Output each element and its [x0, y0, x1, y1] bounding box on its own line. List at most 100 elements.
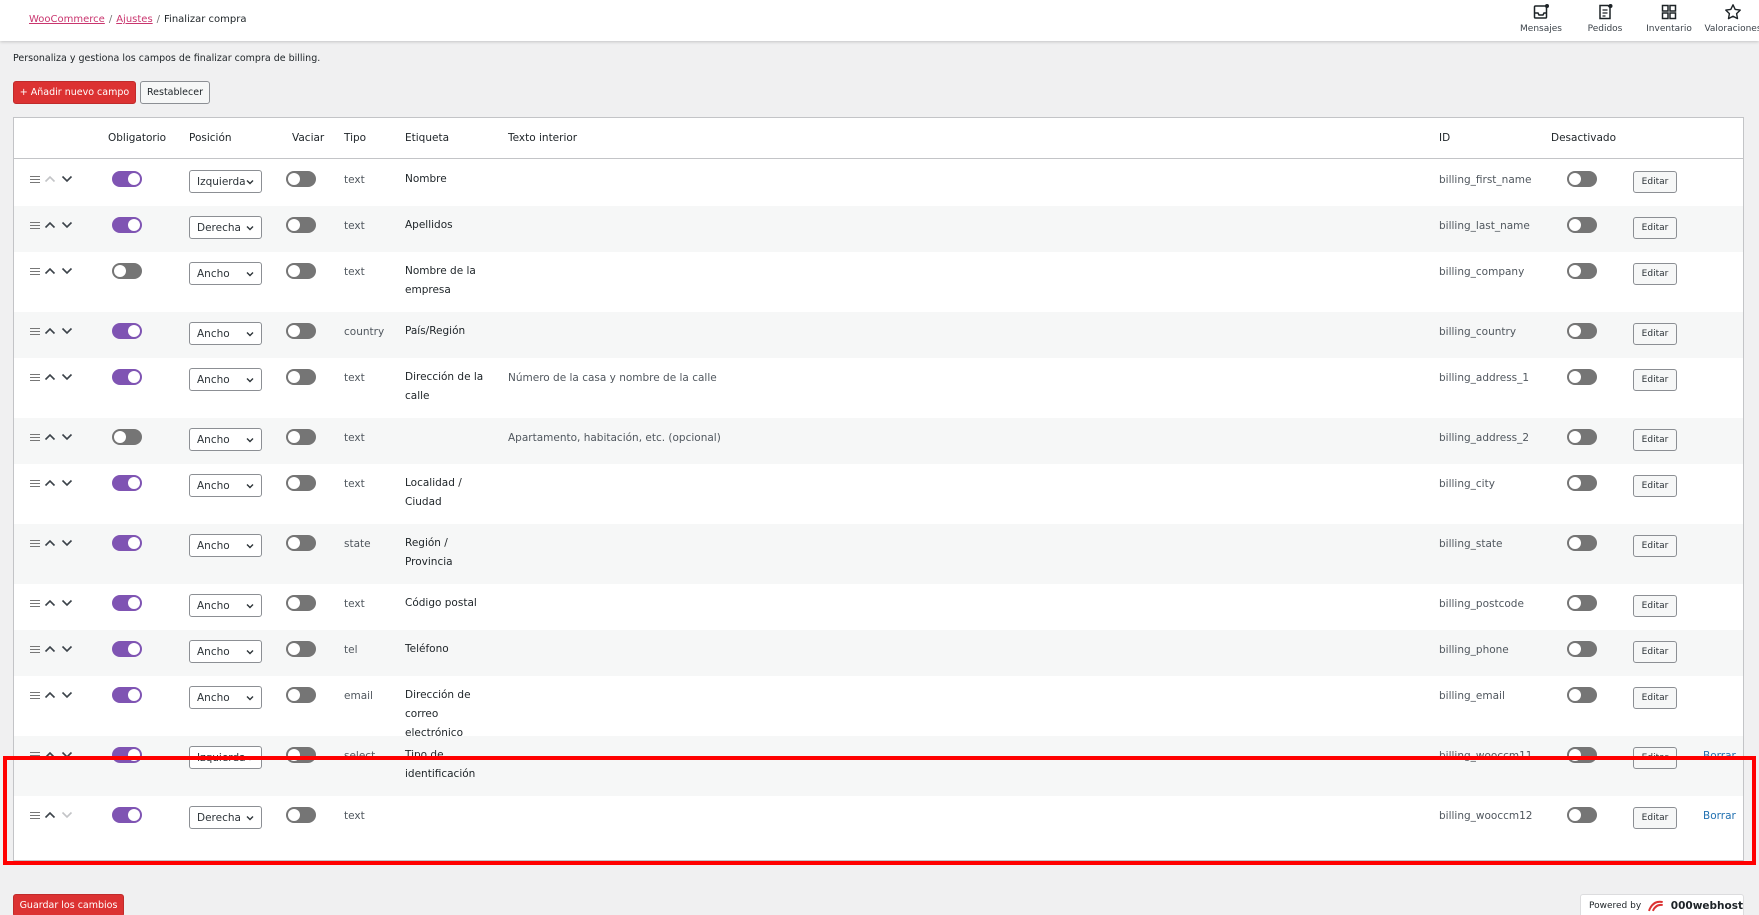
move-down-icon[interactable] — [60, 688, 74, 702]
edit-button[interactable]: Editar — [1633, 263, 1677, 285]
disabled-toggle[interactable] — [1567, 263, 1597, 279]
drag-handle-icon[interactable] — [30, 646, 40, 653]
position-select[interactable]: Ancho — [189, 474, 262, 497]
edit-button[interactable]: Editar — [1633, 747, 1677, 769]
edit-button[interactable]: Editar — [1633, 429, 1677, 451]
move-down-icon[interactable] — [60, 476, 74, 490]
move-up-icon[interactable] — [43, 808, 57, 822]
required-toggle[interactable] — [112, 217, 142, 233]
move-up-icon[interactable] — [43, 218, 57, 232]
clear-toggle[interactable] — [286, 475, 316, 491]
clear-toggle[interactable] — [286, 687, 316, 703]
activity-inventario[interactable]: Inventario — [1637, 3, 1701, 34]
drag-handle-icon[interactable] — [30, 374, 40, 381]
clear-toggle[interactable] — [286, 807, 316, 823]
disabled-toggle[interactable] — [1567, 369, 1597, 385]
move-up-icon[interactable] — [43, 324, 57, 338]
position-select[interactable]: Ancho — [189, 262, 262, 285]
move-up-icon[interactable] — [43, 688, 57, 702]
clear-toggle[interactable] — [286, 535, 316, 551]
required-toggle[interactable] — [112, 171, 142, 187]
move-down-icon[interactable] — [60, 324, 74, 338]
drag-handle-icon[interactable] — [30, 434, 40, 441]
position-select[interactable]: Derecha — [189, 216, 262, 239]
activity-mensajes[interactable]: Mensajes — [1509, 3, 1573, 34]
move-up-icon[interactable] — [43, 536, 57, 550]
required-toggle[interactable] — [112, 263, 142, 279]
disabled-toggle[interactable] — [1567, 807, 1597, 823]
move-up-icon[interactable] — [43, 172, 57, 186]
edit-button[interactable]: Editar — [1633, 323, 1677, 345]
drag-handle-icon[interactable] — [30, 600, 40, 607]
move-down-icon[interactable] — [60, 642, 74, 656]
clear-toggle[interactable] — [286, 595, 316, 611]
required-toggle[interactable] — [112, 535, 142, 551]
clear-toggle[interactable] — [286, 641, 316, 657]
disabled-toggle[interactable] — [1567, 475, 1597, 491]
breadcrumb-ajustes[interactable]: Ajustes — [116, 14, 152, 25]
move-up-icon[interactable] — [43, 476, 57, 490]
activity-pedidos[interactable]: Pedidos — [1573, 3, 1637, 34]
move-down-icon[interactable] — [60, 748, 74, 762]
disabled-toggle[interactable] — [1567, 217, 1597, 233]
clear-toggle[interactable] — [286, 369, 316, 385]
position-select[interactable]: Ancho — [189, 686, 262, 709]
reset-button[interactable]: Restablecer — [140, 81, 210, 104]
move-down-icon[interactable] — [60, 218, 74, 232]
edit-button[interactable]: Editar — [1633, 475, 1677, 497]
clear-toggle[interactable] — [286, 217, 316, 233]
required-toggle[interactable] — [112, 687, 142, 703]
drag-handle-icon[interactable] — [30, 540, 40, 547]
required-toggle[interactable] — [112, 641, 142, 657]
edit-button[interactable]: Editar — [1633, 369, 1677, 391]
move-up-icon[interactable] — [43, 430, 57, 444]
move-down-icon[interactable] — [60, 536, 74, 550]
drag-handle-icon[interactable] — [30, 268, 40, 275]
required-toggle[interactable] — [112, 807, 142, 823]
required-toggle[interactable] — [112, 429, 142, 445]
drag-handle-icon[interactable] — [30, 812, 40, 819]
required-toggle[interactable] — [112, 747, 142, 763]
save-changes-button[interactable]: Guardar los cambios — [13, 894, 124, 915]
disabled-toggle[interactable] — [1567, 535, 1597, 551]
move-up-icon[interactable] — [43, 642, 57, 656]
activity-valoraciones[interactable]: Valoraciones — [1701, 3, 1759, 34]
disabled-toggle[interactable] — [1567, 687, 1597, 703]
move-down-icon[interactable] — [60, 596, 74, 610]
move-down-icon[interactable] — [60, 172, 74, 186]
position-select[interactable]: Izquierda — [189, 170, 262, 193]
required-toggle[interactable] — [112, 595, 142, 611]
clear-toggle[interactable] — [286, 429, 316, 445]
move-up-icon[interactable] — [43, 264, 57, 278]
position-select[interactable]: Derecha — [189, 806, 262, 829]
edit-button[interactable]: Editar — [1633, 807, 1677, 829]
drag-handle-icon[interactable] — [30, 692, 40, 699]
drag-handle-icon[interactable] — [30, 222, 40, 229]
position-select[interactable]: Ancho — [189, 368, 262, 391]
drag-handle-icon[interactable] — [30, 328, 40, 335]
drag-handle-icon[interactable] — [30, 752, 40, 759]
position-select[interactable]: Ancho — [189, 534, 262, 557]
drag-handle-icon[interactable] — [30, 480, 40, 487]
position-select[interactable]: Ancho — [189, 322, 262, 345]
edit-button[interactable]: Editar — [1633, 687, 1677, 709]
edit-button[interactable]: Editar — [1633, 595, 1677, 617]
delete-link[interactable]: Borrar — [1703, 810, 1736, 822]
edit-button[interactable]: Editar — [1633, 641, 1677, 663]
move-up-icon[interactable] — [43, 596, 57, 610]
required-toggle[interactable] — [112, 369, 142, 385]
clear-toggle[interactable] — [286, 263, 316, 279]
required-toggle[interactable] — [112, 475, 142, 491]
position-select[interactable]: Ancho — [189, 640, 262, 663]
edit-button[interactable]: Editar — [1633, 171, 1677, 193]
disabled-toggle[interactable] — [1567, 429, 1597, 445]
disabled-toggle[interactable] — [1567, 323, 1597, 339]
position-select[interactable]: Ancho — [189, 594, 262, 617]
disabled-toggle[interactable] — [1567, 595, 1597, 611]
clear-toggle[interactable] — [286, 323, 316, 339]
position-select[interactable]: Izquierda — [189, 746, 262, 769]
disabled-toggle[interactable] — [1567, 641, 1597, 657]
add-field-button[interactable]: + Añadir nuevo campo — [13, 81, 136, 104]
clear-toggle[interactable] — [286, 171, 316, 187]
breadcrumb-woocommerce[interactable]: WooCommerce — [29, 14, 105, 25]
